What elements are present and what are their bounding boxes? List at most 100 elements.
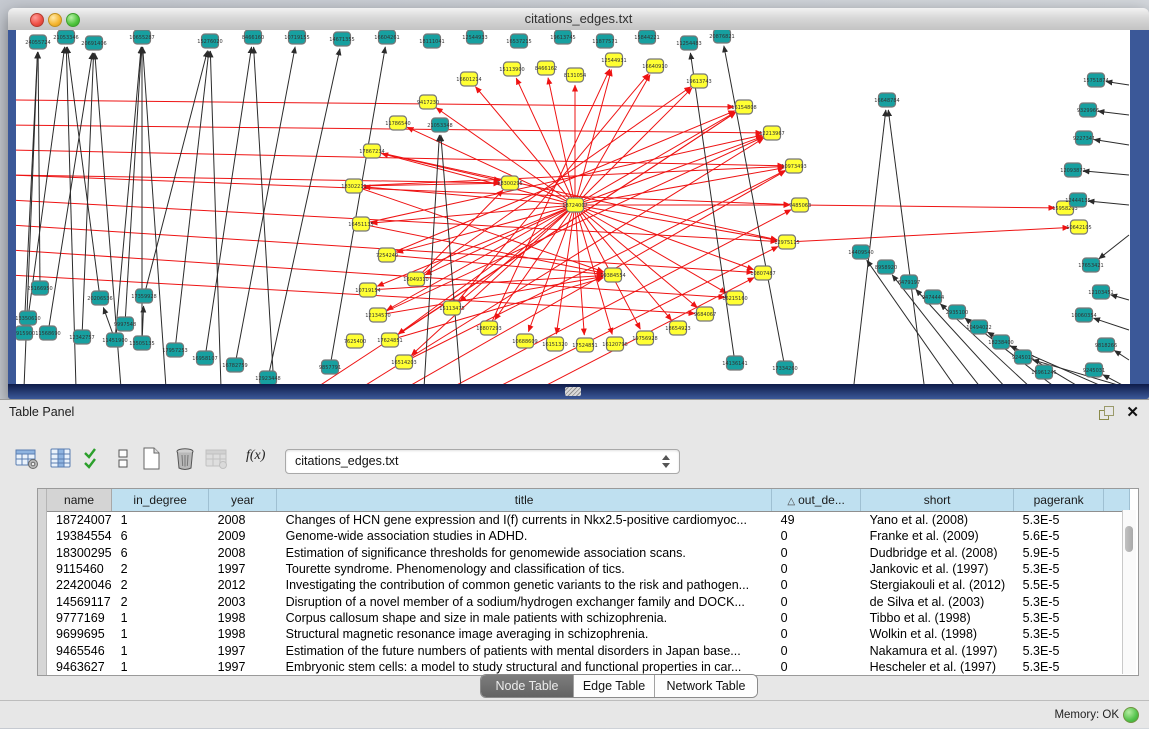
- table-cell[interactable]: 18724007: [47, 512, 112, 529]
- table-cell[interactable]: 0: [772, 577, 861, 593]
- table-cell[interactable]: 9115460: [47, 561, 112, 577]
- table-row[interactable]: 969969511998Structural magnetic resonanc…: [47, 626, 1130, 642]
- table-cell[interactable]: 2003: [209, 593, 277, 609]
- table-cell[interactable]: 0: [772, 626, 861, 642]
- table-cell[interactable]: 5.6E-5: [1014, 528, 1104, 544]
- table-cell[interactable]: 1: [112, 626, 209, 642]
- table-cell[interactable]: Nakamura et al. (1997): [861, 642, 1014, 658]
- table-cell[interactable]: Corpus callosum shape and size in male p…: [277, 610, 772, 626]
- graph-edge[interactable]: [800, 205, 1055, 208]
- network-canvas[interactable]: 1872400781310541254493116640910196137431…: [16, 30, 1130, 384]
- table-cell[interactable]: 5.3E-5: [1014, 593, 1104, 609]
- graph-edge[interactable]: [1083, 171, 1129, 175]
- table-row[interactable]: 1456911722003Disruption of a novel membe…: [47, 593, 1130, 609]
- graph-edge[interactable]: [361, 224, 603, 273]
- table-cell[interactable]: Structural magnetic resonance image aver…: [277, 626, 772, 642]
- tab-network-table[interactable]: Network Table: [655, 675, 757, 697]
- table-cell[interactable]: 22420046: [47, 577, 112, 593]
- table-cell[interactable]: 9699695: [47, 626, 112, 642]
- table-cell[interactable]: 1997: [209, 561, 277, 577]
- graph-edge[interactable]: [268, 49, 340, 378]
- table-scrollbar[interactable]: [1122, 510, 1136, 674]
- table-cell[interactable]: 2: [112, 593, 209, 609]
- table-cell[interactable]: Franke et al. (2009): [861, 528, 1014, 544]
- table-cell[interactable]: 5.3E-5: [1014, 512, 1104, 529]
- graph-edge[interactable]: [1103, 375, 1128, 384]
- table-cell[interactable]: 2012: [209, 577, 277, 593]
- tab-node-table[interactable]: Node Table: [481, 675, 574, 697]
- column-header-short[interactable]: short: [861, 489, 1014, 512]
- show-column-icon[interactable]: [46, 444, 76, 474]
- select-columns-icon[interactable]: [78, 444, 108, 474]
- graph-edge[interactable]: [1098, 111, 1129, 115]
- table-cell[interactable]: 5.3E-5: [1014, 561, 1104, 577]
- table-cell[interactable]: 0: [772, 642, 861, 658]
- table-cell[interactable]: 5.3E-5: [1014, 610, 1104, 626]
- table-cell[interactable]: Estimation of the future numbers of pati…: [277, 642, 772, 658]
- table-cell[interactable]: 5.3E-5: [1014, 642, 1104, 658]
- table-cell[interactable]: 1997: [209, 642, 277, 658]
- column-header-title[interactable]: title: [277, 489, 772, 512]
- table-cell[interactable]: 14569117: [47, 593, 112, 609]
- graph-edge[interactable]: [1094, 140, 1129, 145]
- table-cell[interactable]: 5.5E-5: [1014, 577, 1104, 593]
- import-table-disabled-icon[interactable]: [202, 444, 232, 474]
- table-cell[interactable]: Stergiakouli et al. (2012): [861, 577, 1014, 593]
- table-cell[interactable]: 1: [112, 512, 209, 529]
- table-cell[interactable]: 9777169: [47, 610, 112, 626]
- window-titlebar[interactable]: citations_edges.txt: [8, 8, 1149, 31]
- graph-edge[interactable]: [416, 190, 503, 279]
- graph-edge[interactable]: [254, 47, 274, 384]
- table-cell[interactable]: Estimation of significance thresholds fo…: [277, 545, 772, 561]
- table-cell[interactable]: Disruption of a novel member of a sodium…: [277, 593, 772, 609]
- table-cell[interactable]: de Silva et al. (2003): [861, 593, 1014, 609]
- graph-edge[interactable]: [575, 205, 584, 335]
- graph-edge[interactable]: [210, 51, 221, 384]
- network-canvas-svg[interactable]: 1872400781310541254493116640910196137431…: [16, 30, 1130, 384]
- table-cell[interactable]: 0: [772, 610, 861, 626]
- graph-edge[interactable]: [1106, 81, 1129, 85]
- table-cell[interactable]: 2: [112, 561, 209, 577]
- table-row[interactable]: 946554611997Estimation of the future num…: [47, 642, 1130, 658]
- table-cell[interactable]: 2008: [209, 545, 277, 561]
- new-file-icon[interactable]: [136, 444, 166, 474]
- table-cell[interactable]: 0: [772, 593, 861, 609]
- table-cell[interactable]: 6: [112, 528, 209, 544]
- table-row[interactable]: 1872400712008Changes of HCN gene express…: [47, 512, 1130, 529]
- table-cell[interactable]: Wolkin et al. (1998): [861, 626, 1014, 642]
- column-header-year[interactable]: year: [209, 489, 277, 512]
- table-row[interactable]: 1830029562008Estimation of significance …: [47, 545, 1130, 561]
- table-source-dropdown[interactable]: citations_edges.txt: [285, 449, 680, 474]
- table-row[interactable]: 911546021997Tourette syndrome. Phenomeno…: [47, 561, 1130, 577]
- graph-edge[interactable]: [1114, 350, 1129, 360]
- graph-edge[interactable]: [1088, 201, 1129, 205]
- delete-icon[interactable]: [170, 444, 200, 474]
- graph-edge[interactable]: [175, 51, 209, 350]
- table-cell[interactable]: 0: [772, 561, 861, 577]
- table-scrollbar-thumb[interactable]: [1125, 526, 1133, 552]
- table-cell[interactable]: 5.3E-5: [1014, 659, 1104, 675]
- table-cell[interactable]: 1: [112, 642, 209, 658]
- graph-edge[interactable]: [38, 52, 40, 288]
- graph-edge[interactable]: [1093, 318, 1129, 330]
- table-settings-icon[interactable]: [12, 444, 42, 474]
- table-row[interactable]: 977716911998Corpus callosum shape and si…: [47, 610, 1130, 626]
- graph-edge[interactable]: [1099, 235, 1129, 259]
- graph-edge[interactable]: [548, 78, 575, 205]
- table-cell[interactable]: Hescheler et al. (1997): [861, 659, 1014, 675]
- float-panel-icon[interactable]: [1099, 406, 1113, 419]
- graph-edge[interactable]: [888, 110, 924, 384]
- table-cell[interactable]: Jankovic et al. (1997): [861, 561, 1014, 577]
- table-cell[interactable]: 5.3E-5: [1014, 626, 1104, 642]
- table-cell[interactable]: Embryonic stem cells: a model to study s…: [277, 659, 772, 675]
- function-builder-button[interactable]: f(x): [246, 448, 265, 464]
- column-header-pagerank[interactable]: pagerank: [1014, 489, 1104, 512]
- graph-edge[interactable]: [516, 78, 575, 205]
- table-cell[interactable]: 18300295: [47, 545, 112, 561]
- table-cell[interactable]: 6: [112, 545, 209, 561]
- window-resize-grip[interactable]: [565, 387, 581, 396]
- table-cell[interactable]: 1997: [209, 659, 277, 675]
- table-cell[interactable]: 19384554: [47, 528, 112, 544]
- table-cell[interactable]: 1998: [209, 626, 277, 642]
- table-cell[interactable]: 1998: [209, 610, 277, 626]
